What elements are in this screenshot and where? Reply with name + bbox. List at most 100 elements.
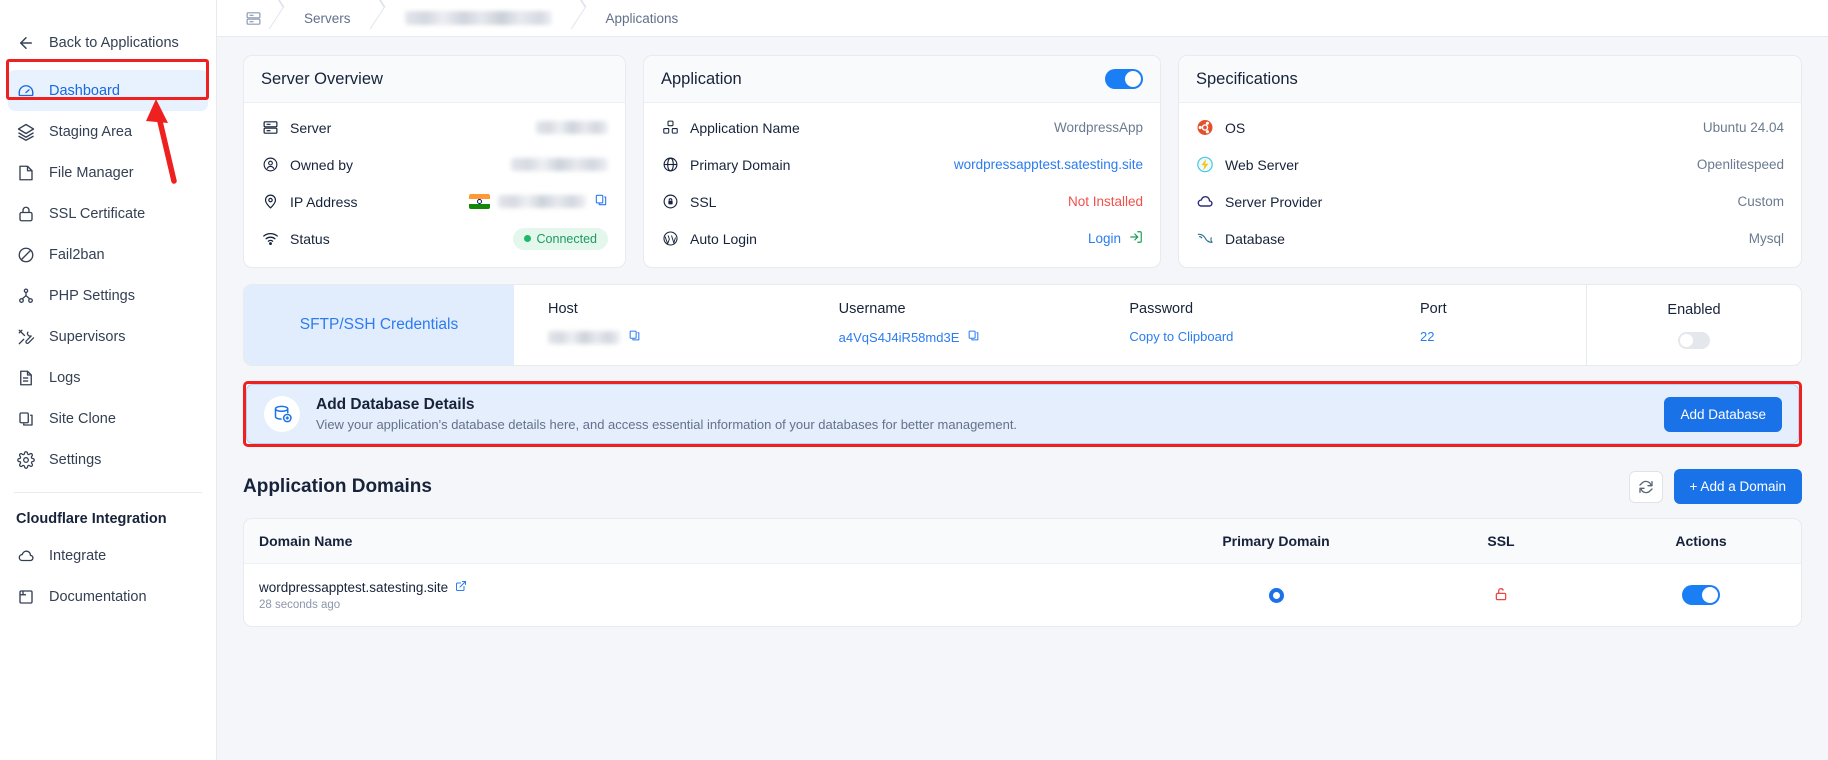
sidebar-item-file-manager[interactable]: File Manager bbox=[0, 152, 216, 193]
copy-host-icon[interactable] bbox=[628, 329, 641, 345]
application-domains-actions: + Add a Domain bbox=[1628, 469, 1802, 504]
application-domains-title: Application Domains bbox=[243, 475, 432, 497]
sidebar-item-site-clone[interactable]: Site Clone bbox=[0, 398, 216, 439]
auto-login-button[interactable]: Login bbox=[1088, 231, 1121, 246]
primary-domain-value-link[interactable]: wordpressapptest.satesting.site bbox=[954, 157, 1143, 172]
specifications-title: Specifications bbox=[1196, 69, 1298, 88]
breadcrumb-item-applications[interactable]: Applications bbox=[588, 0, 693, 37]
table-header-row: Domain Name Primary Domain SSL Actions bbox=[244, 519, 1801, 564]
unlocked-icon[interactable] bbox=[1493, 586, 1509, 605]
status-row: Status Connected bbox=[261, 220, 608, 257]
status-label: Status bbox=[290, 230, 330, 247]
domain-enabled-toggle[interactable] bbox=[1682, 585, 1720, 605]
breadcrumb-item-servers[interactable]: Servers bbox=[286, 0, 365, 37]
sftp-password-value-wrap: Copy to Clipboard bbox=[1129, 329, 1386, 344]
application-domains-header: Application Domains + Add a Domain bbox=[243, 469, 1802, 504]
sidebar-item-label: Site Clone bbox=[49, 410, 116, 427]
server-overview-body: Server Owned by IP Address Status Connec… bbox=[244, 103, 625, 267]
content-area: Server Overview Server Owned by IP Addre… bbox=[217, 37, 1828, 760]
openlitespeed-icon bbox=[1196, 156, 1214, 174]
tools-icon bbox=[16, 327, 35, 346]
sidebar-item-label: Documentation bbox=[49, 588, 147, 605]
sidebar-item-dashboard[interactable]: Dashboard bbox=[8, 70, 208, 111]
server-row: Server bbox=[261, 109, 608, 146]
domain-created-time: 28 seconds ago bbox=[259, 598, 341, 611]
specifications-body: OS Ubuntu 24.04 Web Server Openlitespeed… bbox=[1179, 103, 1801, 267]
primary-domain-row: Primary Domain wordpressapptest.satestin… bbox=[661, 146, 1143, 183]
web-server-value: Openlitespeed bbox=[1696, 157, 1784, 172]
mysql-dolphin-icon bbox=[1196, 230, 1214, 248]
table-row: wordpressapptest.satesting.site 28 secon… bbox=[244, 564, 1801, 626]
sidebar-item-staging-area[interactable]: Staging Area bbox=[0, 111, 216, 152]
server-overview-title: Server Overview bbox=[261, 69, 383, 88]
sidebar-item-label: PHP Settings bbox=[49, 287, 135, 304]
table-cell-primary-domain[interactable] bbox=[1151, 587, 1401, 603]
sftp-port-label: Port bbox=[1420, 301, 1447, 317]
application-body: Application Name WordpressApp Primary Do… bbox=[644, 103, 1160, 267]
sftp-username-column: Username a4VqS4J4iR58md3E bbox=[805, 285, 1096, 365]
breadcrumb-redacted-value bbox=[404, 11, 552, 25]
back-to-applications[interactable]: Back to Applications bbox=[0, 22, 216, 63]
sftp-title[interactable]: SFTP/SSH Credentials bbox=[244, 285, 514, 365]
primary-domain-label: Primary Domain bbox=[690, 156, 791, 173]
application-card: Application Application Name WordpressAp… bbox=[643, 55, 1161, 268]
sidebar-item-label: Integrate bbox=[49, 547, 107, 564]
ip-address-label: IP Address bbox=[290, 193, 358, 210]
application-domains-table: Domain Name Primary Domain SSL Actions w… bbox=[243, 518, 1802, 627]
ssl-row: SSL Not Installed bbox=[661, 183, 1143, 220]
primary-domain-radio[interactable] bbox=[1268, 587, 1284, 603]
user-circle-icon bbox=[261, 156, 279, 174]
cloud-icon bbox=[16, 546, 35, 565]
breadcrumb-item-redacted[interactable] bbox=[387, 0, 566, 37]
sftp-username-value: a4VqS4J4iR58md3E bbox=[838, 329, 960, 345]
application-enabled-toggle[interactable] bbox=[1105, 69, 1143, 89]
wordpress-icon bbox=[661, 230, 679, 248]
main-content: Servers Applications Server Overview Ser… bbox=[217, 0, 1828, 760]
sidebar-item-label: Supervisors bbox=[49, 328, 126, 345]
add-database-button[interactable]: Add Database bbox=[1664, 396, 1782, 432]
refresh-icon[interactable] bbox=[1628, 470, 1663, 503]
copy-username-icon[interactable] bbox=[967, 329, 980, 345]
sidebar-item-php-settings[interactable]: PHP Settings bbox=[0, 275, 216, 316]
sidebar-item-label: Fail2ban bbox=[49, 246, 105, 263]
ip-address-value-redacted bbox=[498, 195, 586, 208]
sftp-enabled-toggle[interactable] bbox=[1678, 331, 1711, 349]
add-a-domain-button[interactable]: + Add a Domain bbox=[1673, 469, 1802, 504]
india-flag-icon bbox=[469, 194, 490, 209]
database-banner-subtitle: View your application's database details… bbox=[316, 417, 1018, 432]
sidebar-item-documentation[interactable]: Documentation bbox=[0, 576, 216, 617]
server-provider-row: Server Provider Custom bbox=[1196, 183, 1784, 220]
arrow-left-icon bbox=[16, 33, 35, 52]
sftp-credentials-bar: SFTP/SSH Credentials Host Username a4VqS… bbox=[243, 284, 1802, 366]
column-header-ssl: SSL bbox=[1487, 533, 1515, 549]
breadcrumb-server-icon[interactable] bbox=[235, 10, 264, 27]
sidebar-item-supervisors[interactable]: Supervisors bbox=[0, 316, 216, 357]
sidebar-item-ssl-certificate[interactable]: SSL Certificate bbox=[0, 193, 216, 234]
copy-icon bbox=[16, 409, 35, 428]
server-label: Server bbox=[290, 119, 332, 136]
database-row: Database Mysql bbox=[1196, 220, 1784, 257]
auto-login-label: Auto Login bbox=[690, 230, 757, 247]
owned-by-label: Owned by bbox=[290, 156, 354, 173]
document-icon bbox=[16, 368, 35, 387]
sftp-username-value-wrap: a4VqS4J4iR58md3E bbox=[839, 329, 1096, 345]
sidebar-item-logs[interactable]: Logs bbox=[0, 357, 216, 398]
lock-icon bbox=[16, 204, 35, 223]
globe-icon bbox=[661, 156, 679, 174]
sftp-copy-password-link[interactable]: Copy to Clipboard bbox=[1129, 329, 1233, 344]
server-rack-icon bbox=[261, 119, 279, 137]
server-overview-card: Server Overview Server Owned by IP Addre… bbox=[243, 55, 626, 268]
copy-ip-icon[interactable] bbox=[594, 193, 608, 210]
layers-icon bbox=[16, 122, 35, 141]
auto-login-row: Auto Login Login bbox=[661, 220, 1143, 257]
overview-cards: Server Overview Server Owned by IP Addre… bbox=[243, 55, 1802, 268]
external-link-icon[interactable] bbox=[455, 580, 467, 595]
ubuntu-icon bbox=[1196, 119, 1214, 137]
application-name-label: Application Name bbox=[690, 119, 800, 136]
sidebar-item-fail2ban[interactable]: Fail2ban bbox=[0, 234, 216, 275]
sidebar-item-integrate[interactable]: Integrate bbox=[0, 535, 216, 576]
application-header: Application bbox=[644, 56, 1160, 103]
sftp-password-column: Password Copy to Clipboard bbox=[1095, 285, 1386, 365]
sidebar-item-settings[interactable]: Settings bbox=[0, 439, 216, 480]
database-banner-text: Add Database Details View your applicati… bbox=[316, 396, 1648, 432]
